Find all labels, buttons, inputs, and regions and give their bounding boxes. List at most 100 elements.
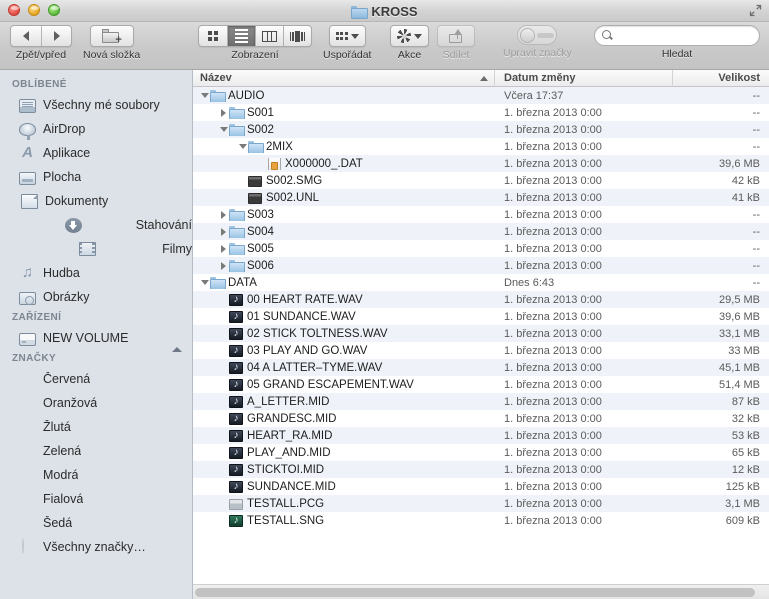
back-button[interactable] [11, 26, 41, 46]
search-field[interactable] [594, 25, 760, 46]
sidebar-item-obr-zky[interactable]: Obrázky [0, 285, 192, 309]
arrange-button[interactable] [328, 25, 366, 47]
disclosure-triangle-open-icon[interactable] [218, 127, 229, 132]
table-row[interactable]: X000000_.DAT 1. března 2013 0:00 39,6 MB [193, 155, 769, 172]
table-row[interactable]: S002 1. března 2013 0:00 -- [193, 121, 769, 138]
sidebar-item-airdrop[interactable]: AirDrop [0, 117, 192, 141]
row-name-cell: S004 [193, 225, 495, 238]
table-row[interactable]: S004 1. března 2013 0:00 -- [193, 223, 769, 240]
table-row[interactable]: TESTALL.PCG 1. března 2013 0:00 3,1 MB [193, 495, 769, 512]
horizontal-scrollbar-thumb[interactable] [195, 588, 755, 597]
table-row[interactable]: 01 SUNDANCE.WAV 1. března 2013 0:00 39,6 M… [193, 308, 769, 325]
all-files-icon [19, 98, 36, 113]
table-row[interactable]: TESTALL.SNG 1. března 2013 0:00 609 kB [193, 512, 769, 529]
table-row[interactable]: GRANDESC.MID 1. března 2013 0:00 32 kB [193, 410, 769, 427]
table-row[interactable]: S003 1. března 2013 0:00 -- [193, 206, 769, 223]
sidebar-item-v-echny-m-soubory[interactable]: Všechny mé soubory [0, 93, 192, 117]
sidebar-item-oran-ov[interactable]: Oranžová [0, 391, 192, 415]
sidebar-item-ed[interactable]: Šedá [0, 511, 192, 535]
horizontal-scrollbar[interactable] [193, 584, 769, 599]
sidebar-item-modr[interactable]: Modrá [0, 463, 192, 487]
table-row[interactable]: 03 PLAY AND GO.WAV 1. března 2013 0:00 33 … [193, 342, 769, 359]
table-row[interactable]: 02 STICK TOLTNESS.WAV 1. března 2013 0:00… [193, 325, 769, 342]
disclosure-triangle-closed-icon[interactable] [218, 261, 229, 270]
row-name-cell: 00 HEART RATE.WAV [193, 293, 495, 306]
table-row[interactable]: PLAY_AND.MID 1. března 2013 0:00 65 kB [193, 444, 769, 461]
row-name-label: 04 A LATTER–TYME.WAV [247, 361, 383, 374]
back-forward-buttons [10, 25, 72, 47]
sidebar-item-v-echny-zna-ky[interactable]: Všechny značky… [0, 535, 192, 559]
table-row[interactable]: S005 1. března 2013 0:00 -- [193, 240, 769, 257]
table-row[interactable]: S002.UNL 1. března 2013 0:00 41 kB [193, 189, 769, 206]
sidebar-item-label: Zelená [43, 444, 82, 458]
share-group: Sdílet [437, 25, 475, 61]
sidebar-item-dokumenty[interactable]: Dokumenty [0, 189, 192, 213]
table-row[interactable]: 00 HEART RATE.WAV 1. března 2013 0:00 29,5… [193, 291, 769, 308]
new-folder-button[interactable]: + [89, 25, 134, 47]
sidebar-item-label: Stahování [135, 218, 192, 232]
row-size-cell: -- [752, 276, 760, 289]
column-header-size[interactable]: Velikost [673, 70, 769, 87]
row-date-cell: 1. března 2013 0:00 [504, 259, 602, 272]
icon-view-button[interactable] [199, 26, 227, 46]
folder-icon [229, 242, 245, 255]
pictures-icon [19, 291, 36, 305]
sidebar-item-lut[interactable]: Žlutá [0, 415, 192, 439]
sidebar-item-filmy[interactable]: Filmy [0, 237, 192, 261]
applications-icon: A [22, 144, 33, 161]
table-row[interactable]: A_LETTER.MID 1. března 2013 0:00 87 kB [193, 393, 769, 410]
table-row[interactable]: 04 A LATTER–TYME.WAV 1. března 2013 0:00 4… [193, 359, 769, 376]
disclosure-triangle-closed-icon[interactable] [218, 210, 229, 219]
sidebar-item-stahov-n[interactable]: Stahování [0, 213, 192, 237]
column-view-button[interactable] [255, 26, 283, 46]
row-name-cell: AUDIO [193, 89, 495, 102]
search-input[interactable] [617, 29, 757, 42]
table-row[interactable]: S006 1. března 2013 0:00 -- [193, 257, 769, 274]
disclosure-triangle-closed-icon[interactable] [218, 227, 229, 236]
sidebar-item-zelen[interactable]: Zelená [0, 439, 192, 463]
row-date-cell: 1. března 2013 0:00 [504, 361, 602, 374]
row-name-label: HEART_RA.MID [247, 429, 333, 442]
disclosure-triangle-open-icon[interactable] [199, 93, 210, 98]
row-name-cell: STICKTOI.MID [193, 463, 495, 476]
sidebar-item-aplikace[interactable]: A Aplikace [0, 141, 192, 165]
sidebar-item-plocha[interactable]: Plocha [0, 165, 192, 189]
disclosure-triangle-closed-icon[interactable] [218, 108, 229, 117]
action-button[interactable] [390, 25, 429, 47]
table-row[interactable]: S001 1. března 2013 0:00 -- [193, 104, 769, 121]
sidebar-item-hudba[interactable]: ♫ Hudba [0, 261, 192, 285]
share-button[interactable] [437, 25, 475, 47]
column-header-date[interactable]: Datum změny [495, 70, 673, 87]
table-row[interactable]: AUDIO Včera 17:37 -- [193, 87, 769, 104]
list-view-button[interactable] [227, 26, 255, 46]
row-size-cell: 3,1 MB [725, 497, 760, 510]
search-label: Hledat [661, 48, 693, 60]
row-date-cell: 1. března 2013 0:00 [504, 395, 602, 408]
table-row[interactable]: S002.SMG 1. března 2013 0:00 42 kB [193, 172, 769, 189]
locked-document-icon [267, 157, 281, 170]
sidebar-item-new-volume[interactable]: NEW VOLUME [0, 326, 192, 352]
table-row[interactable]: STICKTOI.MID 1. března 2013 0:00 12 kB [193, 461, 769, 478]
eject-icon[interactable] [172, 333, 182, 352]
table-row[interactable]: 2MIX 1. března 2013 0:00 -- [193, 138, 769, 155]
row-name-label: 05 GRAND ESCAPEMENT.WAV [247, 378, 414, 391]
folder-icon [229, 106, 245, 119]
fullscreen-icon[interactable] [749, 4, 762, 17]
table-row[interactable]: SUNDANCE.MID 1. března 2013 0:00 125 kB [193, 478, 769, 495]
table-row[interactable]: HEART_RA.MID 1. března 2013 0:00 53 kB [193, 427, 769, 444]
row-name-cell: 05 GRAND ESCAPEMENT.WAV [193, 378, 495, 391]
row-size-cell: -- [752, 225, 760, 238]
column-header-name[interactable]: Název [193, 70, 495, 87]
disclosure-triangle-open-icon[interactable] [199, 280, 210, 285]
coverflow-view-button[interactable] [283, 26, 311, 46]
row-name-label: S004 [247, 225, 274, 238]
sidebar-item-label: Aplikace [43, 146, 91, 160]
table-row[interactable]: 05 GRAND ESCAPEMENT.WAV 1. března 2013 0:… [193, 376, 769, 393]
table-row[interactable]: DATA Dnes 6:43 -- [193, 274, 769, 291]
disclosure-triangle-closed-icon[interactable] [218, 244, 229, 253]
sidebar-item-fialov[interactable]: Fialová [0, 487, 192, 511]
sidebar-item-erven[interactable]: Červená [0, 367, 192, 391]
edit-tags-button[interactable] [517, 25, 558, 45]
disclosure-triangle-open-icon[interactable] [237, 144, 248, 149]
forward-button[interactable] [41, 26, 71, 46]
